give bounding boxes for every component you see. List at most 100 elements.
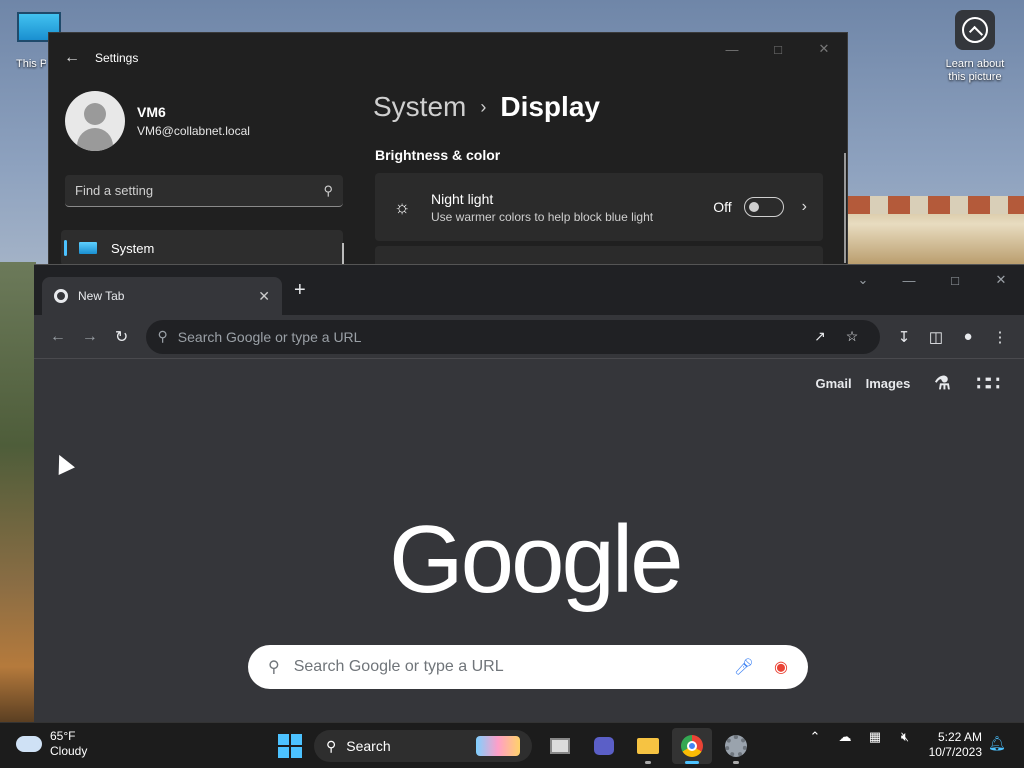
- breadcrumb: System › Display: [373, 91, 600, 123]
- nav-scrollbar[interactable]: [342, 243, 344, 264]
- meet-icon: [594, 737, 614, 755]
- omnibox[interactable]: ⚲ Search Google or type a URL ↗ ☆: [145, 319, 880, 354]
- chrome-window: New Tab ✕ + ⌄ — □ ✕ ← → ↻ ⚲ Search Googl…: [34, 264, 1024, 722]
- cloud-icon: [16, 736, 42, 752]
- ntp-search-placeholder: Search Google or type a URL: [293, 658, 504, 675]
- gmail-link[interactable]: Gmail: [815, 376, 851, 391]
- night-light-row[interactable]: ☼ Night light Use warmer colors to help …: [375, 173, 823, 241]
- tab-title: New Tab: [78, 289, 125, 303]
- find-setting-input[interactable]: Find a setting ⚲: [65, 175, 343, 207]
- tab-search-chevron-icon[interactable]: ⌄: [840, 265, 886, 295]
- settings-window-controls: — □ ✕: [709, 33, 847, 65]
- clock-time: 5:22 AM: [937, 730, 982, 744]
- chrome-taskbar-button[interactable]: [672, 728, 712, 764]
- find-setting-placeholder: Find a setting: [75, 183, 154, 198]
- section-title: Brightness & color: [375, 147, 501, 163]
- chrome-toolbar: ← → ↻ ⚲ Search Google or type a URL ↗ ☆ …: [34, 315, 1024, 359]
- bookmark-star-icon[interactable]: ☆: [836, 328, 868, 345]
- chevron-right-icon[interactable]: ›: [802, 198, 807, 216]
- task-view-button[interactable]: [540, 728, 580, 764]
- settings-next-row[interactable]: [375, 246, 823, 264]
- maximize-button[interactable]: □: [755, 33, 801, 65]
- share-icon[interactable]: ↗: [804, 328, 836, 345]
- search-icon: ⚲: [326, 737, 337, 754]
- profile-icon[interactable]: ●: [952, 328, 984, 346]
- network-icon[interactable]: ▦: [860, 729, 890, 745]
- sidebar-item-system[interactable]: System: [61, 230, 343, 264]
- chrome-favicon-icon: [54, 289, 68, 303]
- weather-widget[interactable]: 65°F Cloudy: [16, 729, 87, 759]
- tab-new-tab[interactable]: New Tab ✕: [42, 277, 282, 315]
- close-button[interactable]: ✕: [978, 265, 1024, 295]
- night-light-state: Off: [713, 199, 732, 215]
- gear-icon: [725, 735, 747, 757]
- desktop-wallpaper-cliff: [0, 262, 36, 722]
- taskbar-apps: ⚲ Search: [276, 728, 758, 764]
- microphone-icon[interactable]: 🎤︎: [734, 657, 754, 677]
- content-scrollbar[interactable]: [844, 153, 846, 263]
- breadcrumb-system[interactable]: System: [373, 91, 466, 123]
- clock-date: 10/7/2023: [928, 745, 982, 759]
- google-logo: Google: [389, 506, 684, 613]
- back-icon[interactable]: ←: [42, 328, 74, 346]
- images-link[interactable]: Images: [866, 376, 911, 391]
- brightness-icon: ☼: [393, 196, 411, 217]
- desktop-wallpaper-town: [848, 196, 1024, 266]
- page-title: Display: [500, 91, 600, 122]
- labs-flask-icon[interactable]: ⚗: [934, 373, 950, 394]
- start-windows-icon[interactable]: [278, 734, 302, 758]
- settings-app-title: Settings: [95, 51, 139, 65]
- ntp-header-links: Gmail Images ⚗ ∷∷: [801, 371, 1000, 396]
- user-email: VM6@collabnet.local: [137, 124, 250, 138]
- apps-grid-icon[interactable]: ∷∷: [977, 371, 1000, 396]
- sidebar-item-label: System: [111, 240, 155, 256]
- new-tab-button[interactable]: +: [294, 279, 306, 302]
- reload-icon[interactable]: ↻: [106, 327, 138, 347]
- selected-indicator: [64, 240, 67, 256]
- teams-meet-button[interactable]: [584, 728, 624, 764]
- menu-kebab-icon[interactable]: ⋮: [984, 328, 1016, 346]
- learn-picture-icon: [955, 10, 995, 50]
- back-arrow-icon[interactable]: ←: [49, 49, 95, 67]
- weather-temp: 65°F: [50, 729, 76, 743]
- chevron-right-icon: ›: [480, 96, 487, 117]
- night-light-description: Use warmer colors to help block blue lig…: [431, 209, 654, 224]
- notification-bell-icon[interactable]: 🔔︎: [988, 735, 1006, 751]
- close-tab-icon[interactable]: ✕: [258, 288, 270, 305]
- minimize-button[interactable]: —: [709, 33, 755, 65]
- search-icon: ⚲: [157, 328, 168, 344]
- close-button[interactable]: ✕: [801, 33, 847, 65]
- search-icon: ⚲: [268, 659, 280, 676]
- chrome-icon: [681, 735, 703, 757]
- google-lens-icon[interactable]: ◉: [774, 657, 788, 677]
- weather-desc: Cloudy: [50, 744, 88, 758]
- night-light-title: Night light: [431, 190, 494, 207]
- side-panel-icon[interactable]: ◫: [920, 328, 952, 346]
- night-light-toggle[interactable]: [743, 197, 784, 217]
- learn-about-picture[interactable]: Learn about this picture: [940, 10, 1010, 84]
- avatar: [65, 91, 125, 151]
- folder-icon: [637, 738, 659, 754]
- learn-picture-label: Learn about this picture: [945, 58, 1005, 83]
- omnibox-placeholder: Search Google or type a URL: [177, 328, 362, 345]
- volume-muted-icon[interactable]: 🔇︎: [890, 729, 920, 745]
- onedrive-cloud-icon[interactable]: ☁: [830, 729, 860, 745]
- settings-taskbar-button[interactable]: [716, 728, 756, 764]
- minimize-button[interactable]: —: [886, 265, 932, 295]
- file-explorer-button[interactable]: [628, 728, 668, 764]
- chrome-window-controls: ⌄ — □ ✕: [840, 265, 1024, 295]
- forward-icon[interactable]: →: [74, 328, 106, 346]
- taskbar-search[interactable]: ⚲ Search: [314, 730, 532, 762]
- system-icon: [79, 242, 97, 254]
- tab-strip: New Tab ✕ + ⌄ — □ ✕: [34, 265, 1024, 315]
- maximize-button[interactable]: □: [932, 265, 978, 295]
- taskbar-search-label: Search: [346, 738, 391, 754]
- desktop-icon-label: This PC: [16, 58, 46, 70]
- user-account[interactable]: VM6 VM6@collabnet.local: [65, 91, 250, 151]
- clock[interactable]: 5:22 AM 10/7/2023: [922, 730, 982, 760]
- ntp-search-box[interactable]: ⚲ Search Google or type a URL 🎤︎ ◉: [248, 645, 808, 689]
- task-view-icon: [550, 738, 570, 754]
- download-icon[interactable]: ↧: [888, 328, 920, 346]
- system-tray: ⌃ ☁ ▦ 🔇︎: [800, 729, 920, 745]
- show-hidden-icons-chevron-icon[interactable]: ⌃: [800, 729, 830, 745]
